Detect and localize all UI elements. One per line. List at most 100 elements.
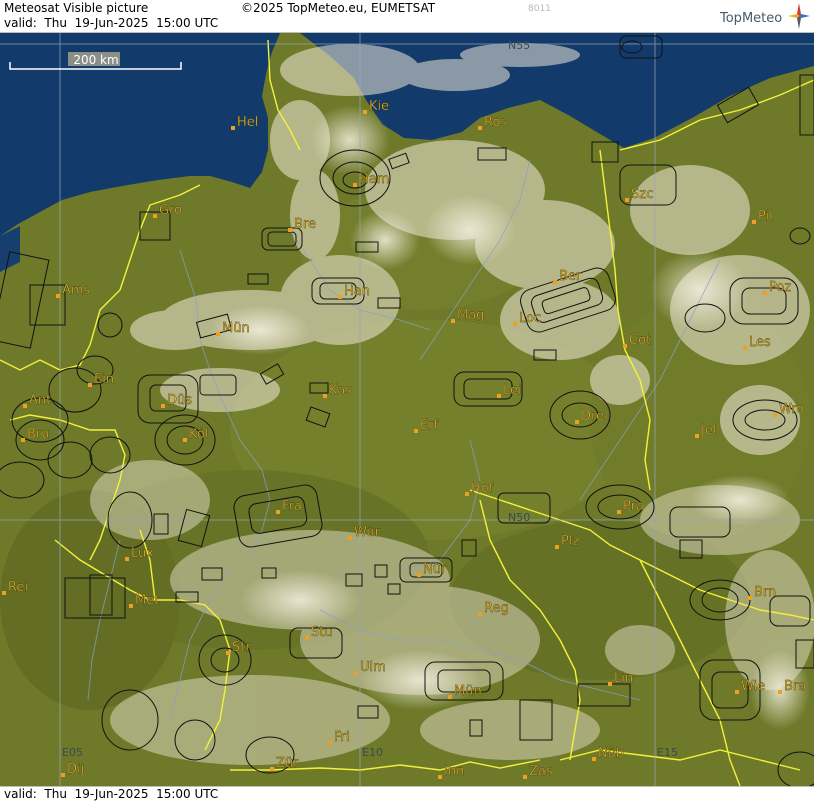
city-dot xyxy=(478,126,482,130)
city-dot xyxy=(231,126,235,130)
header-bar: Meteosat Visible picture ©2025 TopMeteo.… xyxy=(0,0,814,33)
city-label: Bru xyxy=(27,427,50,442)
city-label: Pil xyxy=(758,209,773,224)
city-dot xyxy=(125,557,129,561)
city-label: Kas xyxy=(329,383,352,398)
product-title: Meteosat Visible picture xyxy=(4,1,149,15)
city-label: Wro xyxy=(779,402,804,417)
city-dot xyxy=(743,346,747,350)
city-dot xyxy=(21,438,25,442)
city-dot xyxy=(226,651,230,655)
city-dot xyxy=(354,671,358,675)
city-label: Dij xyxy=(67,762,84,777)
city-label: Brn xyxy=(754,585,776,600)
city-label: Pra xyxy=(623,499,644,514)
city-dot xyxy=(2,591,6,595)
city-dot xyxy=(276,510,280,514)
city-dot xyxy=(414,429,418,433)
city-label: Düs xyxy=(167,393,192,408)
valid-time-header: valid: Thu 19-Jun-2025 15:00 UTC xyxy=(4,16,219,30)
city-dot xyxy=(625,198,629,202)
city-label: Wür xyxy=(354,525,381,540)
city-label: Gro xyxy=(159,203,182,218)
city-label: Nöb xyxy=(598,746,624,761)
graticule-label: N50 xyxy=(508,511,530,524)
city-label: Köl xyxy=(189,427,208,442)
city-label: Dre xyxy=(581,409,604,424)
city-label: Ber xyxy=(559,269,582,284)
satellite-map: 200 km N55 N50 E05 E10 E15 Hel Kie Ros Ham Szc Gr… xyxy=(0,33,814,786)
city-label: Kie xyxy=(369,99,389,114)
city-dot xyxy=(438,775,442,779)
city-label: Bre xyxy=(294,217,316,232)
graticule-label: E15 xyxy=(657,746,678,759)
city-dot xyxy=(161,404,165,408)
city-dot xyxy=(323,394,327,398)
city-dot xyxy=(363,110,367,114)
city-label: Mün xyxy=(454,684,482,699)
city-dot xyxy=(153,214,157,218)
city-dot xyxy=(216,332,220,336)
city-dot xyxy=(497,394,501,398)
city-dot xyxy=(305,636,309,640)
city-label: Inn xyxy=(444,764,464,779)
city-dot xyxy=(748,596,752,600)
city-label: Reg xyxy=(484,601,509,616)
city-label: Wie xyxy=(741,679,765,694)
city-dot xyxy=(553,280,557,284)
city-label: Lin xyxy=(614,671,633,686)
brand-logo: TopMeteo xyxy=(716,3,812,29)
city-dot xyxy=(451,319,455,323)
city-label: Mag xyxy=(457,308,484,323)
city-label: Str xyxy=(232,640,251,655)
city-label: Loc xyxy=(519,311,541,326)
city-dot xyxy=(129,604,133,608)
city-dot xyxy=(23,404,27,408)
graticule-label: E10 xyxy=(362,746,383,759)
city-label: Poz xyxy=(769,280,791,295)
city-dot xyxy=(88,383,92,387)
footer-bar: valid: Thu 19-Jun-2025 15:00 UTC xyxy=(0,786,814,802)
city-label: Mün xyxy=(222,321,250,336)
city-dot xyxy=(61,773,65,777)
city-dot xyxy=(56,294,60,298)
city-label: Ham xyxy=(359,172,389,187)
city-label: Nür xyxy=(423,562,447,577)
city-label: Ams xyxy=(62,283,91,298)
city-label: Lux xyxy=(131,546,154,561)
city-dot xyxy=(417,573,421,577)
city-dot xyxy=(592,757,596,761)
city-dot xyxy=(617,510,621,514)
city-dot xyxy=(735,690,739,694)
city-dot xyxy=(555,545,559,549)
city-dot xyxy=(478,612,482,616)
city-dot xyxy=(623,344,627,348)
valid-time-footer: valid: Thu 19-Jun-2025 15:00 UTC xyxy=(4,787,219,801)
city-dot xyxy=(695,434,699,438)
brand-name: TopMeteo xyxy=(720,11,783,26)
city-dot xyxy=(270,767,274,771)
city-dot xyxy=(465,492,469,496)
city-dot xyxy=(338,295,342,299)
city-label: Ein xyxy=(94,372,114,387)
city-label: Hel xyxy=(237,115,258,130)
city-dot xyxy=(773,413,777,417)
image-code: 8011 xyxy=(528,4,551,14)
city-label: Les xyxy=(749,335,771,350)
city-dot xyxy=(523,775,527,779)
city-label: Ulm xyxy=(360,660,386,675)
city-dot xyxy=(183,438,187,442)
city-dot xyxy=(288,228,292,232)
city-label: Erf xyxy=(420,418,439,433)
city-label: Cot xyxy=(629,333,651,348)
city-dot xyxy=(448,695,452,699)
city-label: Jel xyxy=(700,423,716,438)
compass-star-icon xyxy=(788,3,810,29)
copyright-text: ©2025 TopMeteo.eu, EUMETSAT xyxy=(241,1,436,15)
city-label: Rei xyxy=(8,580,28,595)
graticule-label: E05 xyxy=(62,746,83,759)
city-label: Met xyxy=(135,593,159,608)
city-label: Szc xyxy=(631,187,653,202)
city-label: Zür xyxy=(276,756,299,771)
city-dot xyxy=(608,682,612,686)
